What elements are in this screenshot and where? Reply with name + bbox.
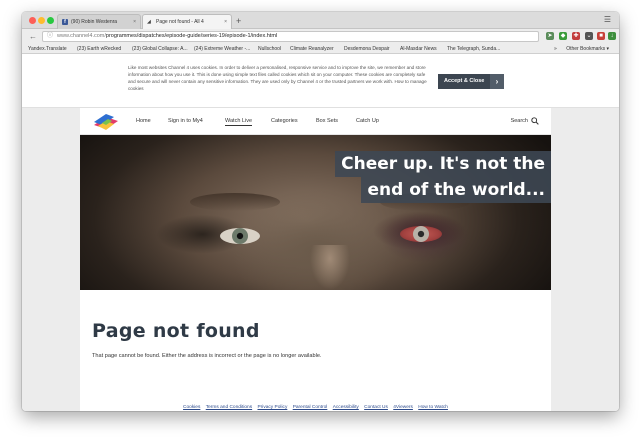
nav-box-sets[interactable]: Box Sets: [316, 118, 338, 124]
other-bookmarks[interactable]: Other Bookmarks ▾: [566, 46, 609, 53]
tab-label: Page not found - All 4: [156, 19, 204, 25]
hero-line-2: end of the world...: [361, 177, 551, 203]
footer-link-privacy[interactable]: Privacy Policy: [257, 405, 287, 410]
extension-arrow-icon[interactable]: ➤: [546, 32, 554, 40]
nav-catch-up[interactable]: Catch Up: [356, 118, 379, 124]
tab-close-icon[interactable]: ×: [224, 19, 227, 25]
bookmark-item[interactable]: (24) Extreme Weather -...: [194, 46, 250, 53]
eye-left: [220, 228, 260, 244]
bookmark-item[interactable]: Yandex.Translate: [28, 46, 67, 53]
error-message: That page cannot be found. Either the ad…: [92, 353, 322, 359]
close-window-button[interactable]: [29, 17, 36, 24]
extension-red-icon[interactable]: ✚: [572, 32, 580, 40]
minimize-window-button[interactable]: [38, 17, 45, 24]
bookmarks-bar: Yandex.Translate (23) Earth wRecked (23)…: [22, 44, 619, 54]
footer-link-how-to-watch[interactable]: How to Watch: [418, 405, 448, 410]
bookmark-item[interactable]: Nullschool: [258, 46, 281, 53]
page-viewport: Like most websites Channel 4 uses cookie…: [22, 54, 619, 411]
browser-window: f (90) Robin Westenra × ◢ Page not found…: [22, 12, 619, 411]
bookmark-item[interactable]: (23) Earth wRecked: [77, 46, 121, 53]
footer-links: Cookies Terms and Conditions Privacy Pol…: [80, 405, 551, 410]
page-title: Page not found: [92, 320, 260, 342]
eye-right: [400, 226, 442, 242]
new-tab-button[interactable]: +: [236, 15, 241, 27]
address-bar[interactable]: ⓘ www.channel4.com/programmes/dispatches…: [42, 31, 539, 42]
hero-image: Cheer up. It's not the end of the world.…: [80, 135, 551, 290]
extension-abp-icon[interactable]: ■: [597, 32, 605, 40]
accept-close-label: Accept & Close: [444, 78, 485, 84]
back-arrow-icon[interactable]: ←: [29, 31, 37, 42]
footer-link-contact[interactable]: Contact Us: [364, 405, 388, 410]
toolbar: ← ⓘ www.channel4.com/programmes/dispatch…: [22, 29, 619, 44]
url-host: www.channel4.com/: [57, 33, 106, 39]
footer-link-cookies[interactable]: Cookies: [183, 405, 200, 410]
site-nav: Home Sign in to My4 Watch Live Categorie…: [80, 108, 551, 135]
hero-caption: Cheer up. It's not the end of the world.…: [327, 151, 551, 203]
channel4-favicon-icon: ◢: [147, 19, 151, 25]
bookmark-item[interactable]: Al-Masdar News: [400, 46, 437, 53]
shield-icon[interactable]: ◆: [559, 32, 567, 40]
footer-link-parental-control[interactable]: Parental Control: [293, 405, 328, 410]
accept-close-button[interactable]: Accept & Close ›: [438, 74, 504, 89]
tab-label: (90) Robin Westenra: [71, 19, 118, 25]
facebook-icon: f: [62, 19, 68, 25]
nav-categories[interactable]: Categories: [271, 118, 298, 124]
bookmark-item[interactable]: Climate Reanalyzer: [290, 46, 334, 53]
bookmark-item[interactable]: (23) Global Collapse: A...: [132, 46, 188, 53]
main-content: Home Sign in to My4 Watch Live Categorie…: [80, 108, 551, 411]
nav-home[interactable]: Home: [136, 118, 151, 124]
search-icon: [531, 117, 539, 125]
download-icon[interactable]: ↓: [608, 32, 616, 40]
hamburger-icon[interactable]: ☰: [604, 15, 611, 24]
bookmark-item[interactable]: Desdemona Despair: [344, 46, 390, 53]
url-path: programmes/dispatches/episode-guide/seri…: [105, 33, 278, 39]
bookmark-item[interactable]: The Telegraph, Sunda...: [447, 46, 500, 53]
nav-sign-in[interactable]: Sign in to My4: [168, 118, 203, 124]
info-icon[interactable]: ⓘ: [47, 32, 53, 41]
cookie-banner: Like most websites Channel 4 uses cookie…: [22, 54, 619, 108]
tab-close-icon[interactable]: ×: [133, 19, 136, 25]
search-label: Search: [510, 118, 528, 124]
footer-link-accessibility[interactable]: Accessibility: [333, 405, 359, 410]
nav-watch-live[interactable]: Watch Live: [225, 118, 253, 126]
tab-facebook[interactable]: f (90) Robin Westenra ×: [57, 14, 141, 29]
chevron-right-icon: ›: [490, 74, 504, 89]
footer-link-terms[interactable]: Terms and Conditions: [206, 405, 252, 410]
bookmarks-overflow[interactable]: »: [554, 46, 557, 53]
all4-logo[interactable]: [92, 113, 120, 131]
maximize-window-button[interactable]: [47, 17, 54, 24]
pocket-icon[interactable]: ⌄: [585, 32, 593, 40]
tab-page-not-found[interactable]: ◢ Page not found - All 4 ×: [142, 14, 232, 29]
tab-strip: f (90) Robin Westenra × ◢ Page not found…: [22, 12, 619, 29]
footer-link-4viewers[interactable]: 4Viewers: [393, 405, 413, 410]
search-button[interactable]: Search: [511, 117, 539, 125]
cookie-text: Like most websites Channel 4 uses cookie…: [128, 65, 427, 91]
hero-line-1: Cheer up. It's not the: [335, 151, 551, 177]
